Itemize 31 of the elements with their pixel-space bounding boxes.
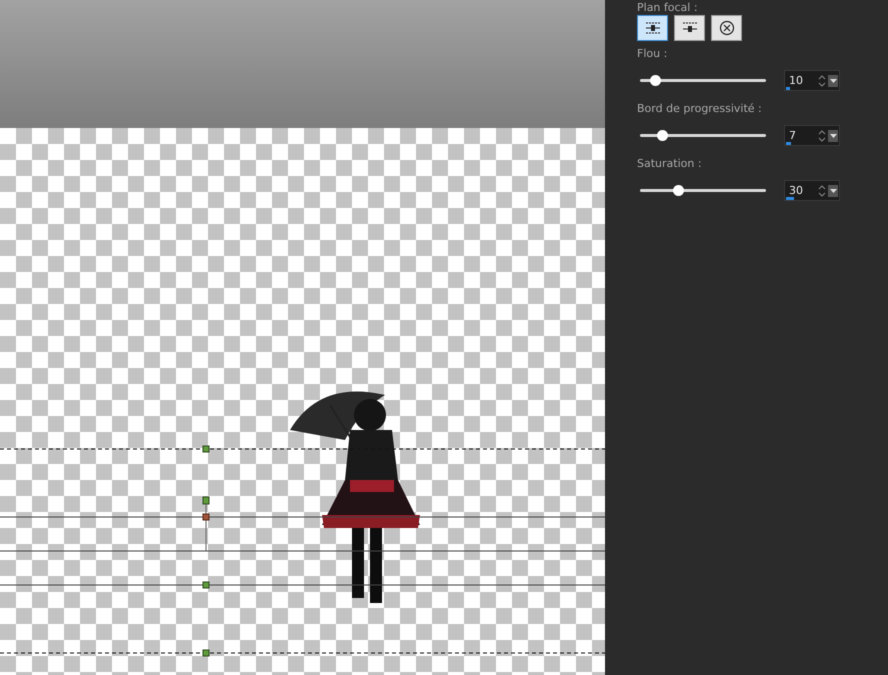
number-spin-field[interactable]: 30 — [784, 180, 840, 201]
caret-icon — [830, 134, 836, 138]
focal-mode-button[interactable] — [674, 15, 705, 41]
dropdown-button[interactable] — [828, 184, 838, 196]
slider-label: Flou : — [637, 47, 668, 61]
caret-icon — [830, 78, 836, 82]
guide-handle[interactable] — [202, 650, 210, 656]
dropdown-button[interactable] — [828, 74, 838, 86]
focal-lines-icon — [644, 21, 660, 35]
guide-line[interactable] — [0, 448, 605, 450]
slider-thumb[interactable] — [673, 185, 684, 196]
slider-thumb[interactable] — [650, 75, 662, 86]
section-label: Plan focal : — [637, 1, 699, 15]
circle-focus-icon — [718, 20, 734, 36]
slider-label: Bord de progressivité : — [637, 102, 763, 116]
focal-mode-button[interactable] — [637, 15, 668, 41]
caret-icon — [830, 188, 836, 192]
number-spin-field[interactable]: 7 — [784, 125, 840, 146]
guide-handle[interactable] — [202, 582, 210, 588]
focal-lines-icon — [682, 21, 698, 35]
dropdown-button[interactable] — [828, 130, 838, 142]
slider-label: Saturation : — [637, 157, 703, 171]
guide-line[interactable] — [0, 652, 605, 654]
slider-thumb[interactable] — [656, 130, 668, 141]
focal-mode-button[interactable] — [711, 15, 742, 41]
guide-handle[interactable] — [202, 446, 210, 452]
spin-arrows-icon — [818, 74, 826, 88]
spin-arrows-icon — [818, 184, 826, 198]
center-handle[interactable] — [202, 496, 210, 552]
spin-arrows-icon — [818, 128, 826, 142]
number-spin-field[interactable]: 10 — [784, 70, 840, 91]
